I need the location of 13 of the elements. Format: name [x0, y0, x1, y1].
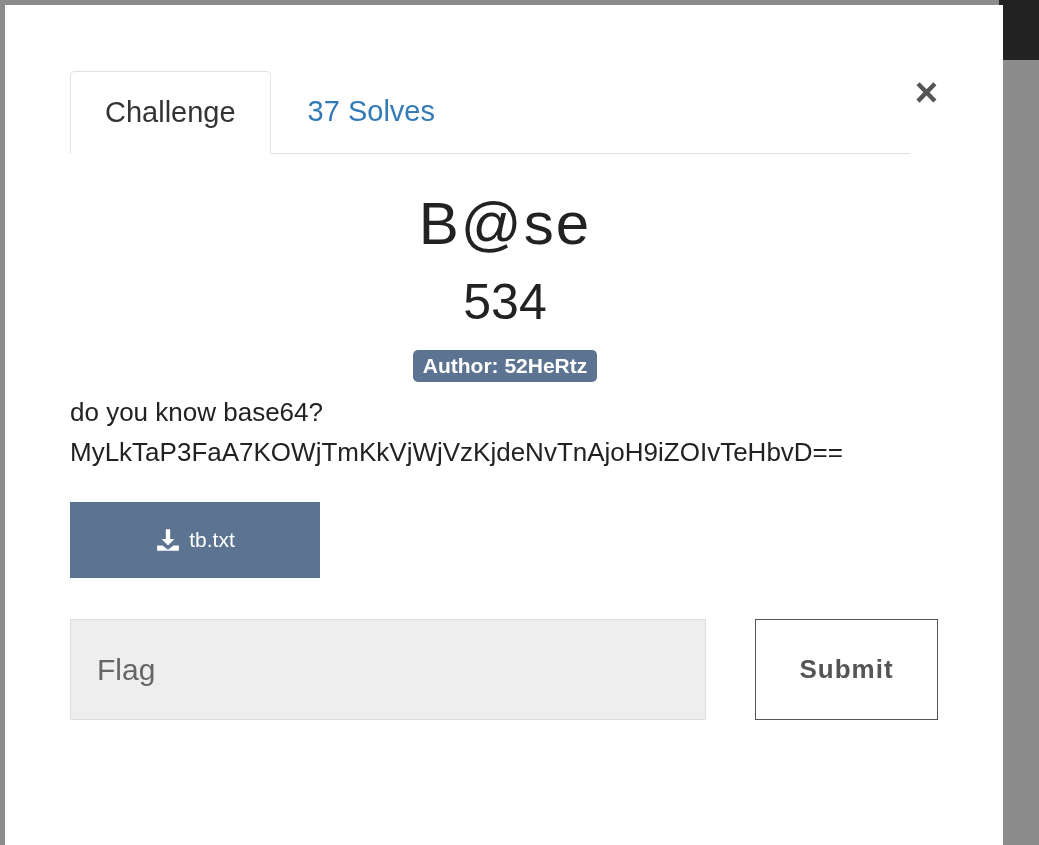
author-badge: Author: 52HeRtz: [412, 350, 598, 382]
challenge-points: 534: [463, 273, 547, 332]
challenge-title: B@se: [418, 189, 592, 259]
tab[interactable]: Challenge: [70, 71, 271, 154]
download-icon: [155, 527, 182, 553]
download-button[interactable]: tb.txt: [70, 502, 320, 578]
navbar-background: [999, 0, 1039, 60]
tab[interactable]: 37 Solves: [270, 70, 472, 153]
description-text: MyLkTaP3FaA7KOWjTmKkVjWjVzKjdeNvTnAjoH9iZOIvTeHbvD==: [70, 436, 844, 469]
close-button[interactable]: ×: [914, 72, 938, 112]
submit-button[interactable]: Submit: [755, 619, 938, 720]
flag-input-field[interactable]: Flag: [70, 619, 706, 720]
description-text: do you know base64?: [70, 396, 324, 429]
